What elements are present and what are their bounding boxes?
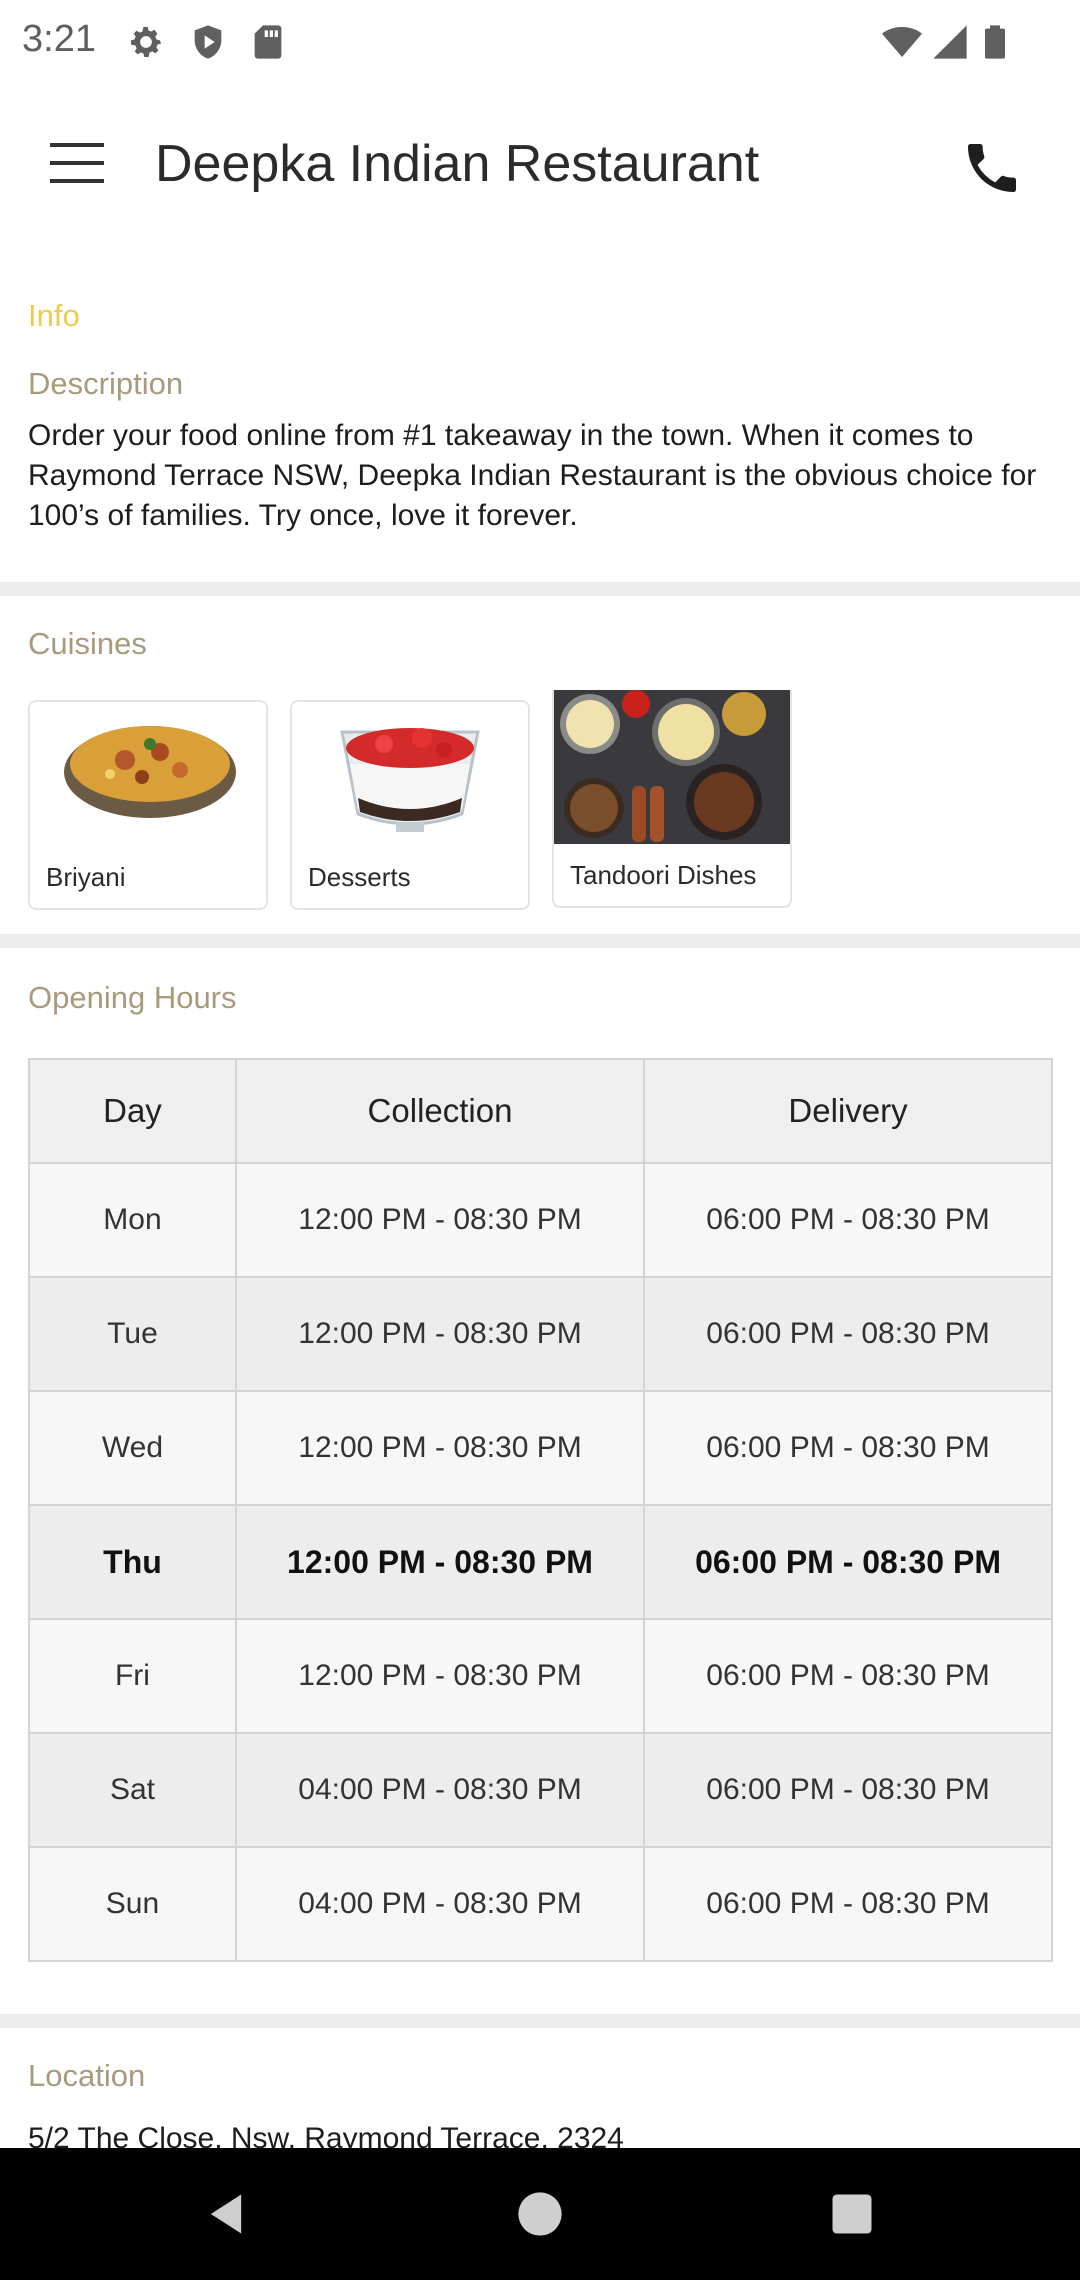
home-icon[interactable] [514, 2188, 566, 2240]
cuisine-label: Briyani [46, 862, 126, 892]
cuisine-card-briyani[interactable]: Briyani [28, 700, 268, 910]
collection-cell: 12:00 PM - 08:30 PM [234, 1618, 646, 1734]
opening-hours-heading: Opening Hours [28, 980, 237, 1015]
table-row: Sun 04:00 PM - 08:30 PM 06:00 PM - 08:30… [28, 1846, 1053, 1962]
description-label: Description [28, 366, 184, 401]
delivery-cell: 06:00 PM - 08:30 PM [643, 1504, 1053, 1620]
section-divider [0, 934, 1080, 948]
table-row: Fri 12:00 PM - 08:30 PM 06:00 PM - 08:30… [28, 1618, 1053, 1734]
back-icon[interactable] [200, 2188, 252, 2240]
delivery-cell: 06:00 PM - 08:30 PM [643, 1162, 1053, 1278]
section-divider [0, 582, 1080, 596]
day-cell: Mon [28, 1162, 237, 1278]
delivery-cell: 06:00 PM - 08:30 PM [643, 1732, 1053, 1848]
navigation-bar [0, 2148, 1080, 2280]
table-row: Wed 12:00 PM - 08:30 PM 06:00 PM - 08:30… [28, 1390, 1053, 1506]
delivery-cell: 06:00 PM - 08:30 PM [643, 1390, 1053, 1506]
column-header-collection: Collection [234, 1058, 646, 1164]
collection-cell: 12:00 PM - 08:30 PM [234, 1504, 646, 1620]
delivery-cell: 06:00 PM - 08:30 PM [643, 1846, 1053, 1962]
day-cell: Sun [28, 1846, 237, 1962]
page-title: Deepka Indian Restaurant [155, 135, 760, 193]
gear-icon [131, 27, 161, 57]
briyani-image [30, 702, 266, 850]
delivery-cell: 06:00 PM - 08:30 PM [643, 1618, 1053, 1734]
table-header-row: Day Collection Delivery [28, 1058, 1053, 1164]
battery-icon [985, 25, 1005, 59]
cuisine-card-desserts[interactable]: Desserts [290, 700, 530, 910]
wifi-icon [882, 27, 922, 57]
collection-cell: 04:00 PM - 08:30 PM [234, 1846, 646, 1962]
table-row: Sat 04:00 PM - 08:30 PM 06:00 PM - 08:30… [28, 1732, 1053, 1848]
phone-icon[interactable] [960, 136, 1024, 200]
day-cell: Wed [28, 1390, 237, 1506]
table-row: Tue 12:00 PM - 08:30 PM 06:00 PM - 08:30… [28, 1276, 1053, 1392]
column-header-delivery: Delivery [643, 1058, 1053, 1164]
status-time: 3:21 [22, 18, 96, 60]
recents-icon[interactable] [826, 2188, 878, 2240]
status-bar: 3:21 [0, 0, 1080, 86]
tandoori-image [554, 690, 790, 844]
cuisine-label: Desserts [308, 862, 411, 892]
opening-hours-table: Day Collection Delivery Mon 12:00 PM - 0… [28, 1058, 1053, 1962]
cuisine-card-tandoori[interactable]: Tandoori Dishes [552, 690, 792, 908]
collection-cell: 12:00 PM - 08:30 PM [234, 1162, 646, 1278]
collection-cell: 12:00 PM - 08:30 PM [234, 1390, 646, 1506]
description-text: Order your food online from #1 takeaway … [28, 419, 1037, 532]
delivery-cell: 06:00 PM - 08:30 PM [643, 1276, 1053, 1392]
sd-card-icon [254, 25, 282, 59]
table-row-today: Thu 12:00 PM - 08:30 PM 06:00 PM - 08:30… [28, 1504, 1053, 1620]
collection-cell: 04:00 PM - 08:30 PM [234, 1732, 646, 1848]
app-bar: Deepka Indian Restaurant [0, 86, 1080, 246]
desserts-image [292, 702, 528, 850]
shield-icon [194, 25, 222, 59]
info-heading: Info [28, 298, 80, 333]
day-cell: Thu [28, 1504, 237, 1620]
hamburger-menu-icon[interactable] [40, 126, 114, 200]
day-cell: Sat [28, 1732, 237, 1848]
section-divider [0, 2014, 1080, 2028]
collection-cell: 12:00 PM - 08:30 PM [234, 1276, 646, 1392]
column-header-day: Day [28, 1058, 237, 1164]
cuisine-label: Tandoori Dishes [570, 860, 757, 890]
cell-signal-icon [933, 25, 967, 59]
table-row: Mon 12:00 PM - 08:30 PM 06:00 PM - 08:30… [28, 1162, 1053, 1278]
location-heading: Location [28, 2058, 146, 2093]
cuisines-heading: Cuisines [28, 626, 147, 661]
day-cell: Tue [28, 1276, 237, 1392]
day-cell: Fri [28, 1618, 237, 1734]
